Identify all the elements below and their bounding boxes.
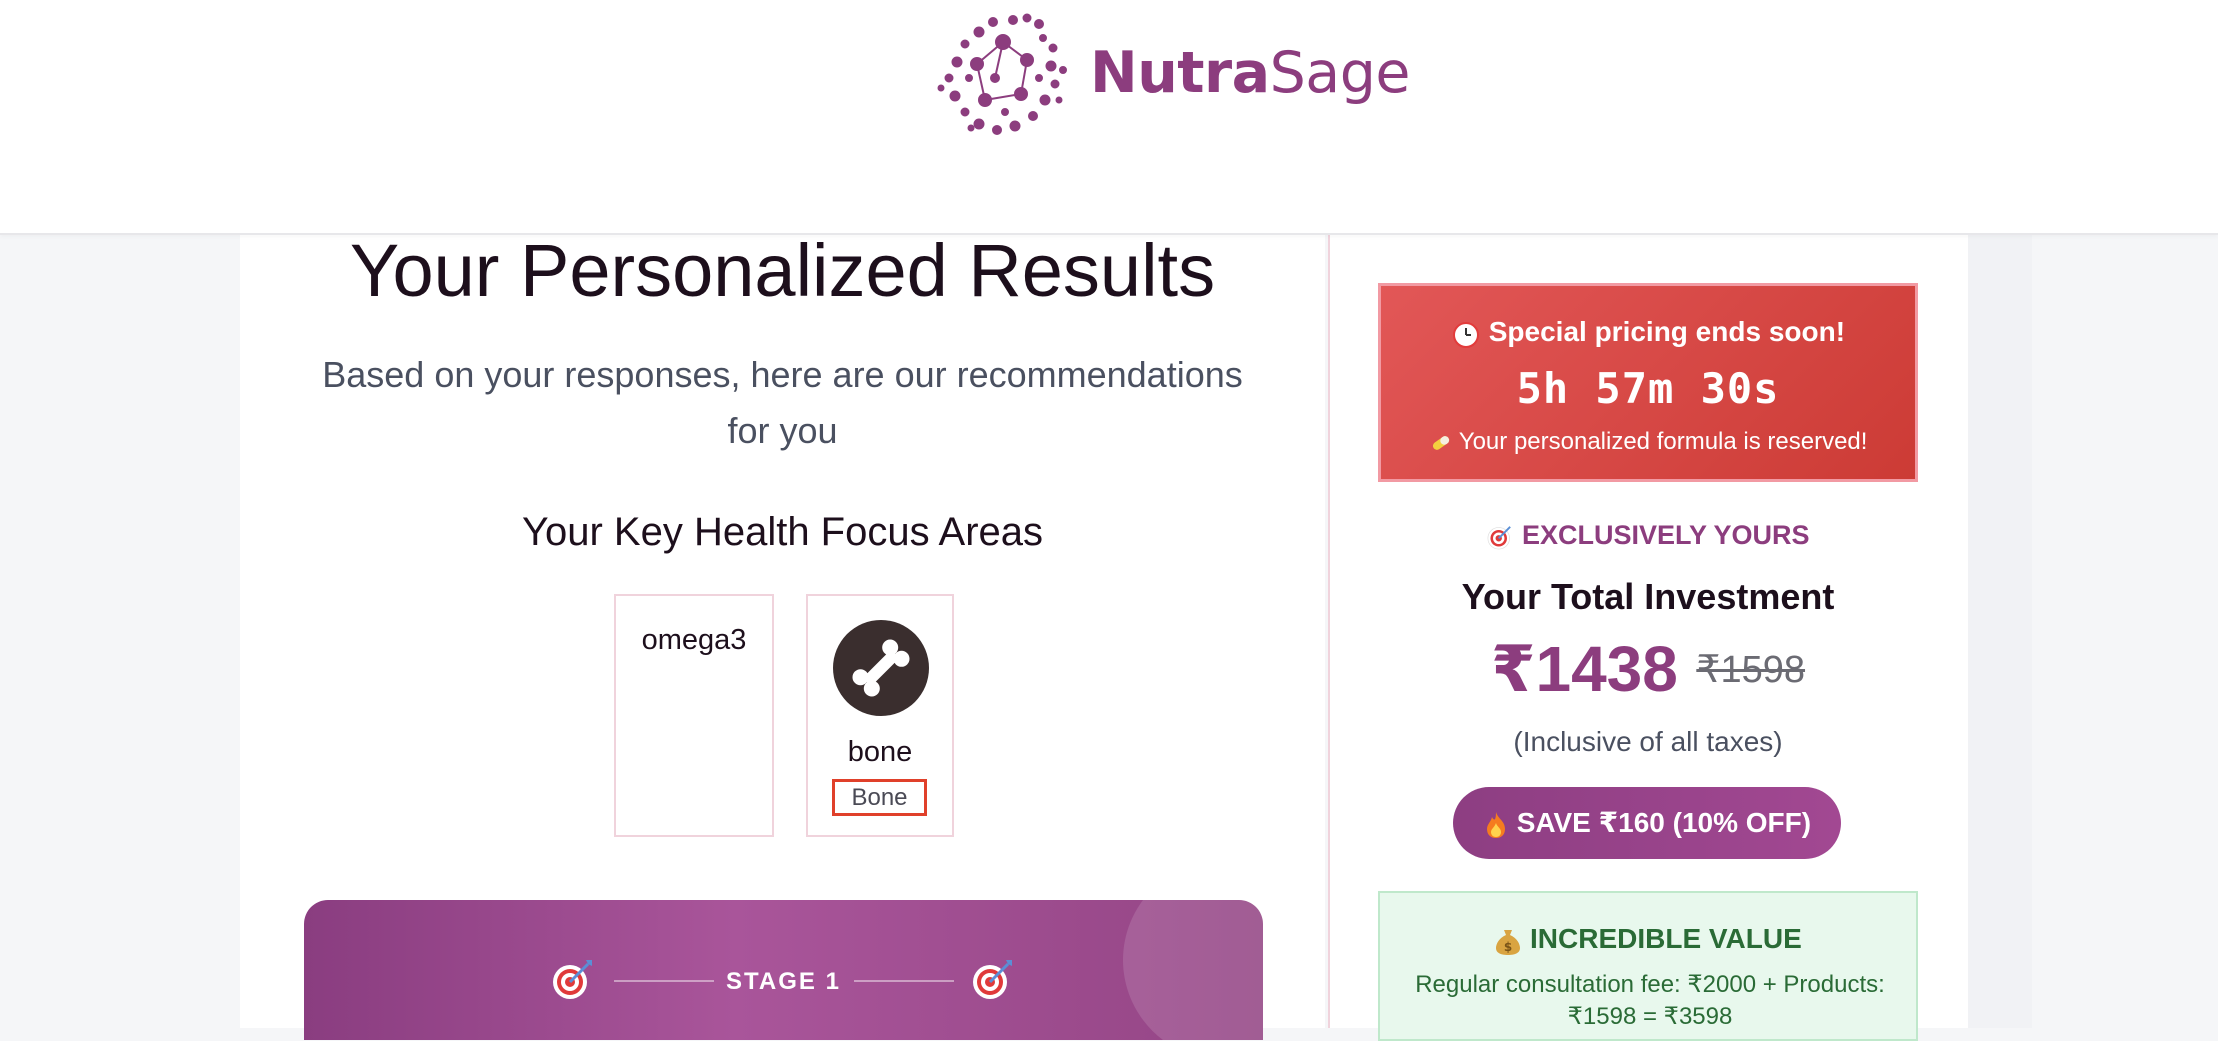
site-header: NutraSage [0, 0, 2218, 235]
exclusive-tag: EXCLUSIVELY YOURS [1328, 520, 1968, 551]
urgency-headline-row: Special pricing ends soon! [1381, 316, 1915, 349]
page-title: Your Personalized Results [349, 229, 1216, 312]
urgency-banner: Special pricing ends soon! 5h 57m 30s Yo… [1378, 283, 1918, 482]
urgency-note: Your personalized formula is reserved! [1458, 428, 1868, 455]
value-title: INCREDIBLE VALUE [1530, 923, 1802, 954]
savings-badge: SAVE ₹160 (10% OFF) [1453, 787, 1841, 859]
stage-banner: STAGE 1 [304, 900, 1263, 1040]
svg-text:$: $ [1504, 940, 1512, 954]
focus-card-bone: bone Bone [806, 594, 954, 837]
brand-name-part1: Nutra [1090, 40, 1270, 106]
urgency-note-row: Your personalized formula is reserved! [1381, 428, 1915, 456]
page-subtitle: Based on your responses, here are our re… [322, 354, 1243, 451]
original-price: ₹1598 [1696, 649, 1806, 691]
pill-icon [1432, 435, 1449, 450]
stage-label: STAGE 1 [726, 968, 841, 995]
target-dart-icon [1488, 526, 1512, 550]
alarm-clock-icon [1452, 321, 1479, 348]
stage-divider-right [854, 980, 954, 982]
focus-card-omega3: omega3 [614, 594, 774, 837]
molecule-dots-icon [937, 13, 1067, 135]
focus-card-badge: Bone [832, 779, 927, 816]
taxes-note: (Inclusive of all taxes) [1513, 726, 1783, 757]
focus-card-title: omega3 [641, 624, 747, 656]
value-box: $ INCREDIBLE VALUE Regular consultation … [1378, 891, 1918, 1041]
savings-label: SAVE ₹160 (10% OFF) [1516, 807, 1812, 838]
brand-logo[interactable]: NutraSage [1090, 40, 1410, 106]
urgency-headline: Special pricing ends soon! [1488, 316, 1846, 347]
focus-areas-heading: Your Key Health Focus Areas [521, 510, 1044, 554]
fire-icon [1486, 811, 1505, 838]
value-title-row: $ INCREDIBLE VALUE [1380, 923, 1916, 956]
current-price: ₹1438 [1490, 633, 1678, 705]
page-gutter [1968, 234, 2032, 1028]
countdown-timer: 5h 57m 30s [1516, 364, 1780, 413]
value-breakdown: Regular consultation fee: ₹2000 + Produc… [1415, 971, 1885, 1030]
bone-icon [833, 620, 929, 716]
price-row: ₹1438 ₹1598 [1328, 632, 1968, 707]
money-bag-icon: $ [1496, 929, 1521, 955]
brand-name-part2: Sage [1269, 40, 1411, 106]
focus-card-title: bone [847, 736, 913, 768]
exclusive-tag-text: EXCLUSIVELY YOURS [1521, 520, 1810, 550]
target-dart-icon [973, 960, 1012, 999]
investment-title: Your Total Investment [1461, 576, 1835, 617]
